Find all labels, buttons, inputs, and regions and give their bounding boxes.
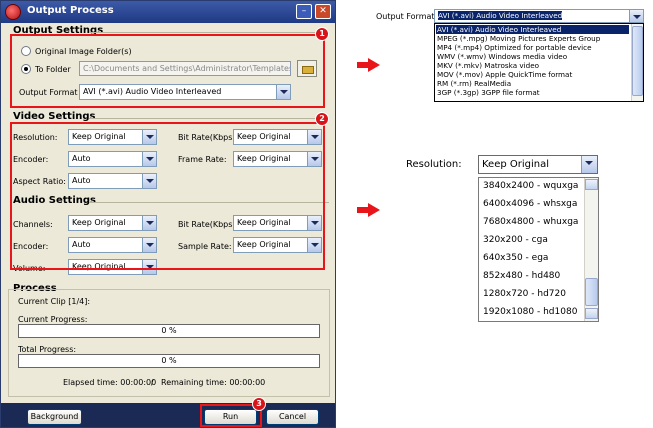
- close-icon: ✕: [319, 6, 327, 16]
- resolution-option[interactable]: 640x350 - ega: [483, 253, 548, 263]
- badge-1: 1: [315, 27, 329, 41]
- background-button[interactable]: Background: [27, 409, 82, 425]
- resolution-option[interactable]: 1920x1080 - hd1080: [483, 307, 577, 317]
- output-process-window: Output Process – ✕ Output Settings Origi…: [0, 0, 336, 428]
- highlight-video-audio-settings: [10, 122, 325, 270]
- current-progress-bar: 0 %: [18, 324, 320, 338]
- format-option[interactable]: MP4 (*.mp4) Optimized for portable devic…: [436, 43, 592, 52]
- resolution-option[interactable]: 7680x4800 - whuxga: [483, 217, 578, 227]
- resolution-option[interactable]: 320x200 - cga: [483, 235, 548, 245]
- scroll-down-button[interactable]: [585, 308, 598, 319]
- highlight-output-settings: [10, 34, 325, 108]
- chevron-down-icon: [581, 156, 597, 173]
- resolution-option[interactable]: 3840x2400 - wquxga: [483, 181, 578, 191]
- format-dropdown-list: AVI (*.avi) Audio Video Interleaved MPEG…: [434, 23, 644, 102]
- cancel-button[interactable]: Cancel: [266, 409, 319, 425]
- format-option[interactable]: RM (*.rm) RealMedia: [436, 79, 511, 88]
- minimize-button[interactable]: –: [296, 4, 312, 19]
- resolution-option[interactable]: 852x480 - hd480: [483, 271, 560, 281]
- scroll-up-button[interactable]: [585, 179, 598, 190]
- resolution-dropdown-label: Resolution:: [406, 159, 462, 170]
- total-progress-label: Total Progress:: [18, 345, 77, 354]
- arrow-right-icon: [357, 58, 381, 72]
- remaining-time: Remaining time: 00:00:00: [161, 378, 266, 387]
- format-option[interactable]: MPEG (*.mpg) Moving Pictures Experts Gro…: [436, 34, 600, 43]
- output-settings-divider: [89, 32, 329, 33]
- format-scroll-thumb[interactable]: [632, 26, 643, 96]
- current-progress-label: Current Progress:: [18, 315, 88, 324]
- format-dropdown-label: Output Format :: [376, 12, 440, 21]
- format-dropdown-selected: AVI (*.avi) Audio Video Interleaved: [438, 11, 563, 20]
- resolution-dropdown-list: 3840x2400 - wquxga 6400x4096 - whsxga 76…: [478, 177, 599, 322]
- time-separator: /: [151, 378, 154, 387]
- total-progress-value: 0 %: [161, 356, 177, 365]
- format-dropdown-select[interactable]: AVI (*.avi) Audio Video Interleaved: [434, 9, 644, 23]
- arrow-right-icon: [357, 203, 381, 217]
- resolution-list-scrollbar[interactable]: [584, 178, 598, 321]
- format-option[interactable]: MKV (*.mkv) Matroska video: [436, 61, 539, 70]
- resolution-dropdown-select[interactable]: Keep Original: [478, 155, 598, 174]
- resolution-dropdown-selected: Keep Original: [482, 159, 550, 170]
- close-button[interactable]: ✕: [315, 4, 331, 19]
- format-option[interactable]: AVI (*.avi) Audio Video Interleaved: [436, 25, 629, 34]
- title-bar[interactable]: Output Process – ✕: [1, 1, 335, 23]
- current-clip-label: Current Clip [1/4]:: [18, 297, 91, 306]
- app-icon: [5, 4, 21, 20]
- video-settings-title: Video Settings: [13, 111, 96, 122]
- resolution-option[interactable]: 6400x4096 - whsxga: [483, 199, 577, 209]
- format-option[interactable]: 3GP (*.3gp) 3GPP file format: [436, 88, 540, 97]
- resolution-option[interactable]: 1280x720 - hd720: [483, 289, 566, 299]
- window-title: Output Process: [27, 5, 114, 16]
- chevron-down-icon: [629, 10, 643, 22]
- elapsed-time: Elapsed time: 00:00:00: [63, 378, 157, 387]
- resolution-scroll-thumb[interactable]: [585, 278, 598, 306]
- format-option[interactable]: MOV (*.mov) Apple QuickTime format: [436, 70, 572, 79]
- current-progress-value: 0 %: [161, 326, 177, 335]
- video-settings-divider: [89, 118, 329, 119]
- badge-3: 3: [252, 397, 266, 411]
- badge-2: 2: [315, 112, 329, 126]
- format-option[interactable]: WMV (*.wmv) Windows media video: [436, 52, 567, 61]
- total-progress-bar: 0 %: [18, 354, 320, 368]
- format-list-scrollbar[interactable]: [631, 24, 643, 101]
- minimize-icon: –: [301, 6, 307, 16]
